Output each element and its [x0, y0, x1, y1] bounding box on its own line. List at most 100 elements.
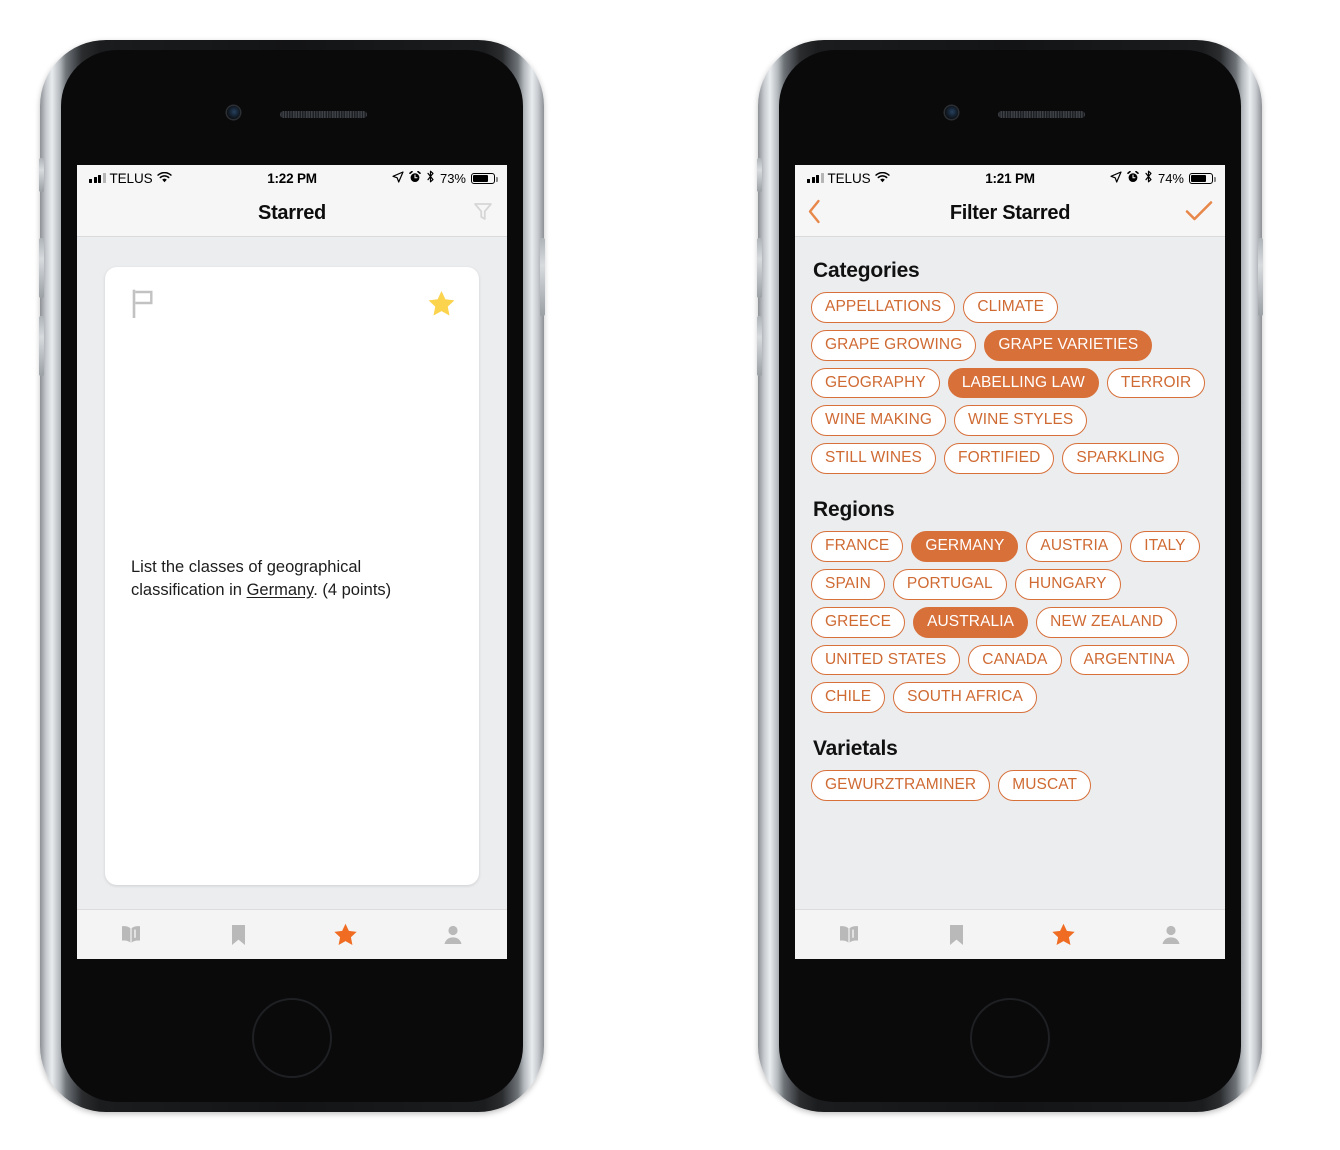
chip-united-states[interactable]: UNITED STATES — [811, 644, 961, 676]
star-filled-icon[interactable] — [426, 289, 457, 324]
battery-icon — [1189, 172, 1216, 184]
alarm-clock-icon — [409, 170, 421, 186]
section-title-regions: Regions — [813, 498, 895, 522]
wifi-icon — [156, 171, 172, 186]
page-title: Filter Starred — [949, 202, 1071, 224]
section-varietals: Varietals GEWURZTRAMINER MUSCAT — [811, 737, 1209, 801]
earpiece-speaker — [280, 111, 367, 118]
tab-starred[interactable] — [1010, 922, 1118, 948]
chip-sparkling[interactable]: SPARKLING — [1062, 443, 1179, 475]
front-camera-icon — [227, 106, 240, 119]
battery-percent-label: 73% — [439, 170, 466, 186]
chip-argentina[interactable]: ARGENTINA — [1069, 644, 1189, 676]
checkmark-icon[interactable] — [1185, 199, 1213, 228]
chip-austria[interactable]: AUSTRIA — [1026, 531, 1123, 562]
volume-down-button[interactable] — [757, 316, 762, 376]
signal-bars-icon — [89, 173, 106, 183]
chip-greece[interactable]: GREECE — [811, 606, 906, 638]
location-arrow-icon — [392, 170, 404, 186]
volume-up-button[interactable] — [39, 238, 44, 298]
home-button[interactable] — [970, 998, 1050, 1078]
starred-card-area: List the classes of geographical classif… — [77, 237, 507, 909]
chip-portugal[interactable]: PORTUGAL — [892, 568, 1007, 600]
back-chevron-icon[interactable] — [807, 199, 822, 229]
tab-bookmark[interactable] — [903, 923, 1011, 947]
tab-bar-left — [77, 909, 507, 959]
chip-terroir[interactable]: TERROIR — [1106, 367, 1206, 399]
tab-starred[interactable] — [292, 922, 400, 948]
bluetooth-icon — [426, 170, 435, 186]
section-title-categories: Categories — [813, 259, 920, 282]
battery-icon — [471, 172, 498, 184]
question-link[interactable]: Germany — [247, 581, 314, 599]
filter-funnel-icon[interactable] — [471, 199, 495, 228]
chip-italy[interactable]: ITALY — [1130, 531, 1200, 562]
carrier-label: TELUS — [827, 170, 871, 186]
tab-book[interactable] — [77, 924, 185, 946]
volume-down-button[interactable] — [39, 316, 44, 376]
home-button[interactable] — [252, 998, 332, 1078]
chip-muscat[interactable]: MUSCAT — [998, 770, 1092, 801]
chip-gewurztraminer[interactable]: GEWURZTRAMINER — [811, 770, 991, 801]
chip-group-categories: APPELLATIONS CLIMATE GRAPE GROWING GRAPE… — [811, 292, 1209, 475]
chip-wine-styles[interactable]: WINE STYLES — [954, 405, 1088, 437]
chip-spain[interactable]: SPAIN — [811, 568, 885, 600]
section-title-varietals: Varietals — [813, 737, 898, 761]
tab-profile[interactable] — [1118, 923, 1226, 947]
section-categories: Categories APPELLATIONS CLIMATE GRAPE GR… — [811, 259, 1209, 475]
chip-still-wines[interactable]: STILL WINES — [811, 443, 936, 475]
chip-group-varietals: GEWURZTRAMINER MUSCAT — [811, 770, 1209, 801]
tab-bookmark[interactable] — [185, 923, 293, 947]
phone-device-left: TELUS 1:22 PM 73% Starred List the class… — [39, 40, 545, 1112]
chip-fortified[interactable]: FORTIFIED — [944, 443, 1055, 475]
chip-chile[interactable]: CHILE — [811, 682, 886, 714]
chip-group-regions: FRANCE GERMANY AUSTRIA ITALY SPAIN PORTU… — [811, 531, 1209, 714]
screen-filter-starred: TELUS 1:21 PM 74% Filter Starred Categor… — [795, 165, 1225, 959]
power-button[interactable] — [1258, 238, 1263, 316]
chip-grape-growing[interactable]: GRAPE GROWING — [811, 329, 977, 361]
nav-bar-filter: Filter Starred — [795, 191, 1225, 237]
bluetooth-icon — [1144, 170, 1153, 186]
screen-starred: TELUS 1:22 PM 73% Starred List the class… — [77, 165, 507, 959]
status-time: 1:21 PM — [985, 170, 1035, 186]
location-arrow-icon — [1110, 170, 1122, 186]
question-suffix: . (4 points) — [313, 581, 392, 599]
section-regions: Regions FRANCE GERMANY AUSTRIA ITALY SPA… — [811, 498, 1209, 714]
power-button[interactable] — [540, 238, 545, 316]
chip-australia[interactable]: AUSTRALIA — [913, 606, 1029, 638]
card-top-row — [131, 289, 457, 324]
chip-new-zealand[interactable]: NEW ZEALAND — [1036, 606, 1178, 638]
alarm-clock-icon — [1127, 170, 1139, 186]
carrier-label: TELUS — [109, 170, 153, 186]
nav-bar-starred: Starred — [77, 191, 507, 237]
chip-grape-varieties[interactable]: GRAPE VARIETIES — [984, 329, 1153, 361]
chip-germany[interactable]: GERMANY — [911, 531, 1019, 562]
chip-france[interactable]: FRANCE — [811, 531, 904, 562]
tab-book[interactable] — [795, 924, 903, 946]
earpiece-speaker — [998, 111, 1085, 118]
chip-labelling-law[interactable]: LABELLING LAW — [947, 367, 1099, 399]
chip-south-africa[interactable]: SOUTH AFRICA — [893, 682, 1037, 714]
chip-climate[interactable]: CLIMATE — [963, 292, 1059, 323]
chip-geography[interactable]: GEOGRAPHY — [811, 367, 940, 399]
silent-switch[interactable] — [757, 158, 762, 192]
screenshot-stage: TELUS 1:22 PM 73% Starred List the class… — [0, 0, 1340, 1150]
signal-bars-icon — [807, 173, 824, 183]
tab-profile[interactable] — [400, 923, 508, 947]
filter-scroll-area[interactable]: Categories APPELLATIONS CLIMATE GRAPE GR… — [795, 237, 1225, 909]
front-camera-icon — [945, 106, 958, 119]
battery-percent-label: 74% — [1157, 170, 1184, 186]
chip-hungary[interactable]: HUNGARY — [1014, 568, 1121, 600]
chip-canada[interactable]: CANADA — [968, 644, 1062, 676]
phone-device-right: TELUS 1:21 PM 74% Filter Starred Categor… — [757, 40, 1263, 1112]
flag-outline-icon[interactable] — [131, 289, 156, 323]
silent-switch[interactable] — [39, 158, 44, 192]
chip-wine-making[interactable]: WINE MAKING — [811, 405, 947, 437]
chip-appellations[interactable]: APPELLATIONS — [811, 292, 956, 323]
tab-bar-right — [795, 909, 1225, 959]
question-text: List the classes of geographical classif… — [131, 556, 453, 603]
wifi-icon — [874, 171, 890, 186]
question-card[interactable]: List the classes of geographical classif… — [105, 267, 479, 885]
volume-up-button[interactable] — [757, 238, 762, 298]
status-time: 1:22 PM — [267, 170, 317, 186]
